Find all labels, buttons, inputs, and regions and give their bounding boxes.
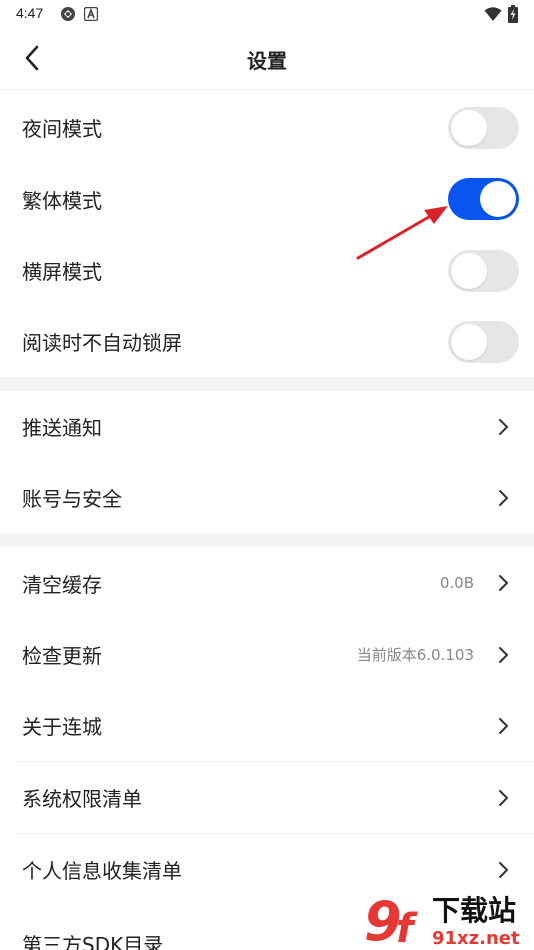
chevron-right-icon <box>499 418 508 435</box>
no-auto-lock-toggle[interactable] <box>448 320 519 363</box>
traditional-mode-toggle[interactable] <box>448 178 519 220</box>
a-badge-icon <box>84 7 98 21</box>
setting-label: 系统权限清单 <box>22 787 142 811</box>
wifi-icon <box>484 7 502 21</box>
setting-label: 推送通知 <box>22 416 102 440</box>
setting-row-traditional-mode[interactable]: 繁体模式 <box>0 163 534 235</box>
setting-row-landscape-mode[interactable]: 横屏模式 <box>0 235 534 306</box>
setting-row-check-update[interactable]: 检查更新 当前版本6.0.103 <box>0 619 534 690</box>
status-bar: 4:47 <box>0 0 534 28</box>
svg-text:下载站: 下载站 <box>432 894 516 927</box>
watermark-logo: 9 f 下载站 91xz.net <box>364 890 520 950</box>
setting-row-push-notifications[interactable]: 推送通知 <box>0 391 534 462</box>
setting-label: 关于连城 <box>22 715 102 739</box>
night-mode-toggle[interactable] <box>448 106 519 149</box>
sync-icon <box>61 7 75 21</box>
section-divider <box>0 533 534 547</box>
svg-text:91xz.net: 91xz.net <box>432 928 520 949</box>
battery-charging-icon <box>508 5 518 23</box>
setting-label: 检查更新 <box>22 644 102 668</box>
setting-label: 阅读时不自动锁屏 <box>22 331 182 355</box>
chevron-right-icon <box>499 646 508 663</box>
toggle-knob <box>480 181 516 217</box>
landscape-mode-toggle[interactable] <box>448 249 519 292</box>
setting-row-no-auto-lock[interactable]: 阅读时不自动锁屏 <box>0 306 534 377</box>
status-time: 4:47 <box>16 5 44 21</box>
version-value: 当前版本6.0.103 <box>356 646 474 664</box>
setting-label: 夜间模式 <box>22 117 102 141</box>
page-title: 设置 <box>247 49 287 73</box>
setting-row-about[interactable]: 关于连城 <box>0 690 534 761</box>
annotation-arrow-icon <box>356 206 448 260</box>
setting-label: 横屏模式 <box>22 260 102 284</box>
chevron-right-icon <box>499 717 508 734</box>
setting-row-account-security[interactable]: 账号与安全 <box>0 462 534 533</box>
setting-row-clear-cache[interactable]: 清空缓存 0.0B <box>0 547 534 619</box>
setting-row-permission-list[interactable]: 系统权限清单 <box>0 762 534 833</box>
section-divider <box>0 377 534 391</box>
chevron-right-icon <box>499 489 508 506</box>
chevron-right-icon <box>499 789 508 806</box>
chevron-right-icon <box>499 861 508 878</box>
setting-label: 第三方SDK目录 <box>22 933 164 950</box>
setting-label: 账号与安全 <box>22 487 122 511</box>
toggle-knob <box>451 252 487 289</box>
setting-row-night-mode[interactable]: 夜间模式 <box>0 92 534 163</box>
toggle-knob <box>451 323 487 360</box>
toggle-knob <box>451 109 487 146</box>
setting-label: 繁体模式 <box>22 188 102 213</box>
chevron-right-icon <box>499 575 508 591</box>
app-bar: 设置 <box>0 28 534 90</box>
cache-size-value: 0.0B <box>439 574 474 592</box>
setting-label: 清空缓存 <box>22 572 102 597</box>
setting-label: 个人信息收集清单 <box>22 859 182 883</box>
